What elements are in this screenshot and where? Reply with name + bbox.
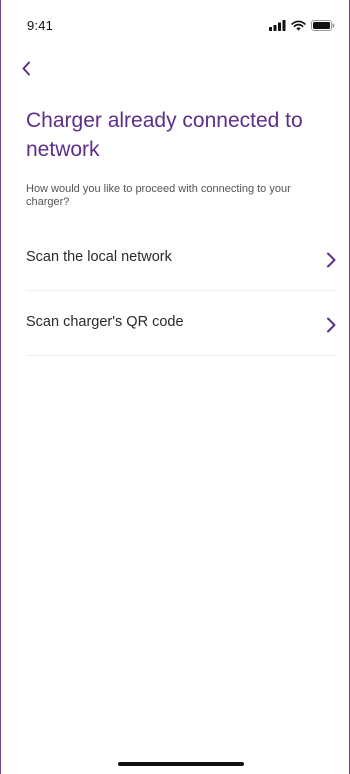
page-title: Charger already connected to network — [26, 109, 303, 161]
chevron-right-icon — [326, 252, 337, 268]
status-time: 9:41 — [27, 18, 54, 33]
option-label: Scan the local network — [26, 249, 172, 265]
prompt-text: How would you like to proceed with conne… — [26, 183, 291, 208]
status-bar: 9:41 — [1, 0, 349, 46]
app-screen: 9:41 Charger already connected to networ… — [0, 0, 350, 774]
scan-qr-code-option[interactable]: Scan charger's QR code — [26, 291, 337, 356]
options-list: Scan the local network Scan charger's QR… — [26, 226, 337, 356]
battery-icon — [311, 18, 335, 36]
signal-icon — [269, 18, 286, 36]
chevron-right-icon — [326, 317, 337, 333]
back-button[interactable] — [21, 58, 47, 84]
wifi-icon — [291, 18, 306, 36]
chevron-left-icon — [21, 61, 31, 81]
home-indicator[interactable] — [118, 762, 244, 766]
status-icons — [269, 18, 335, 36]
scan-local-network-option[interactable]: Scan the local network — [26, 226, 337, 291]
option-label: Scan charger's QR code — [26, 314, 184, 330]
